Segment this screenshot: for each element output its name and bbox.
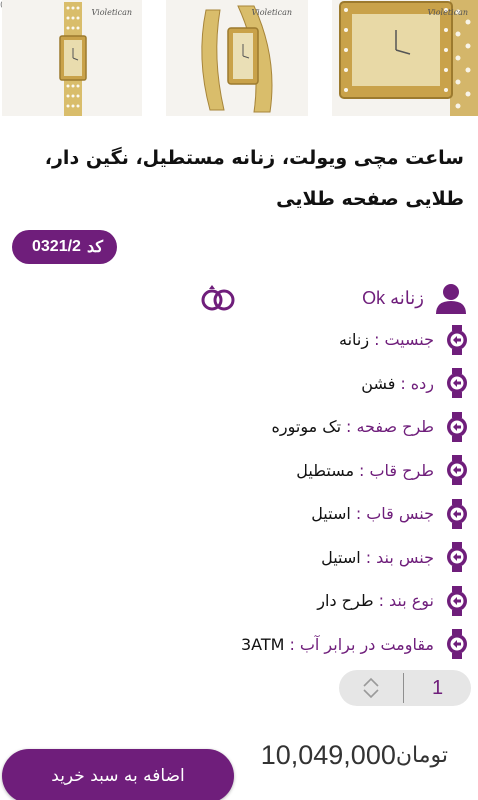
spec-row-band-type: نوع بند: طرح دار bbox=[10, 579, 470, 623]
spec-list: جنسیت: زنانه رده: فشن طرح صفحه: تک موتور… bbox=[10, 318, 470, 666]
brand-watermark: Violetican bbox=[427, 8, 468, 17]
gender-label: زنانه Ok bbox=[362, 287, 424, 308]
thumbnail-gallery: 0 Violetican bbox=[0, 0, 478, 118]
watch-icon bbox=[447, 542, 467, 573]
add-to-cart-button[interactable]: اضافه به سبد خرید bbox=[2, 749, 234, 800]
rings-icon bbox=[201, 285, 235, 311]
watch-thumb-angle[interactable]: Violetican bbox=[166, 0, 308, 116]
spec-value: تک موتوره bbox=[271, 417, 342, 437]
spec-row-category: رده: فشن bbox=[10, 362, 470, 406]
spec-value: فشن bbox=[361, 373, 396, 393]
code-label: کد bbox=[86, 239, 103, 256]
watch-icon bbox=[447, 585, 467, 616]
gender-row: زنانه Ok bbox=[362, 278, 468, 318]
user-icon bbox=[436, 284, 466, 314]
spec-value: طرح دار bbox=[317, 591, 374, 611]
quantity-arrows bbox=[339, 670, 403, 706]
spec-label: جنس قاب bbox=[366, 504, 434, 524]
quantity-value[interactable]: 1 bbox=[404, 677, 471, 700]
spec-row-gender: جنسیت: زنانه bbox=[10, 318, 470, 362]
watch-icon bbox=[447, 629, 467, 660]
watch-thumb-front[interactable]: Violetican bbox=[2, 0, 142, 116]
watch-image-front bbox=[2, 0, 142, 116]
code-value: 0321/2 bbox=[32, 238, 81, 255]
spec-value: 3ATM bbox=[240, 634, 285, 654]
spec-row-dial: طرح صفحه: تک موتوره bbox=[10, 405, 470, 449]
spec-label: جنس بند bbox=[376, 547, 434, 567]
price-display: تومان 10,049,000 bbox=[240, 736, 464, 774]
spec-value: استیل bbox=[321, 547, 361, 567]
watch-image-closeup bbox=[332, 0, 478, 116]
spec-label: طرح قاب bbox=[369, 460, 434, 480]
price-amount: 10,049,000 bbox=[260, 739, 396, 770]
spec-label: طرح صفحه bbox=[356, 417, 434, 437]
brand-watermark: Violetican bbox=[91, 8, 132, 17]
watch-icon bbox=[447, 368, 467, 399]
product-code-badge: کد 0321/2 bbox=[12, 230, 117, 264]
spec-label: جنسیت bbox=[384, 330, 434, 350]
spec-value: مستطیل bbox=[296, 460, 355, 480]
spec-value: زنانه bbox=[338, 330, 370, 350]
spec-label: رده bbox=[410, 373, 434, 393]
watch-icon bbox=[447, 324, 467, 355]
spec-row-case-shape: طرح قاب: مستطیل bbox=[10, 449, 470, 493]
watch-icon bbox=[447, 411, 467, 442]
spec-row-water-resistance: مقاومت در برابر آب: 3ATM bbox=[10, 623, 470, 667]
spec-label: مقاومت در برابر آب bbox=[299, 634, 434, 654]
product-title: ساعت مچی ویولت، زنانه مستطیل، نگین دار، … bbox=[44, 147, 464, 210]
quantity-stepper: 1 bbox=[339, 670, 471, 706]
brand-watermark: Violetican bbox=[251, 8, 292, 17]
watch-thumb-closeup[interactable]: Violetican bbox=[332, 0, 478, 116]
spec-row-case-material: جنس قاب: استیل bbox=[10, 492, 470, 536]
chevron-down-icon[interactable] bbox=[362, 688, 380, 699]
price-currency: تومان bbox=[395, 742, 448, 768]
watch-image-angle bbox=[166, 0, 308, 116]
watch-icon bbox=[447, 498, 467, 529]
watch-icon bbox=[447, 455, 467, 486]
chevron-up-icon[interactable] bbox=[362, 677, 380, 688]
spec-value: استیل bbox=[311, 504, 351, 524]
spec-row-band-material: جنس بند: استیل bbox=[10, 536, 470, 580]
spec-label: نوع بند bbox=[388, 591, 434, 611]
